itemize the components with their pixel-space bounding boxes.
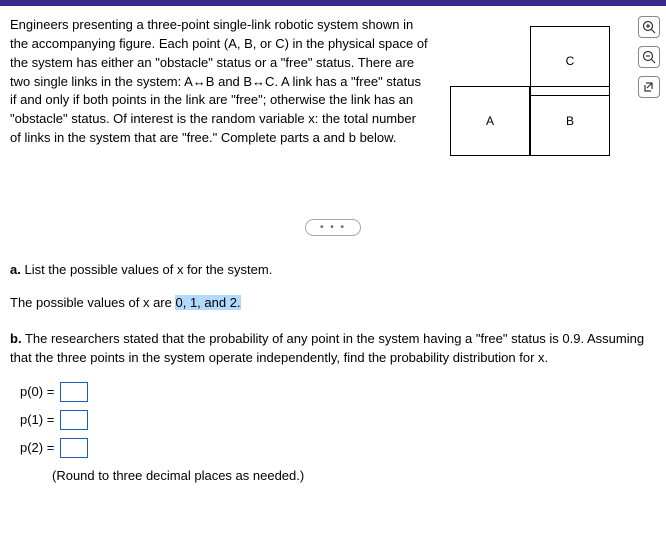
prob-input-2[interactable]	[60, 438, 88, 458]
part-a-answer-value[interactable]: 0, 1, and 2.	[175, 295, 240, 310]
prob-label-1: p(1) =	[20, 410, 54, 430]
figure-cell-b: B	[530, 86, 610, 156]
divider-dots[interactable]: • • •	[305, 219, 361, 236]
popout-icon	[642, 80, 656, 94]
prob-row-0: p(0) =	[20, 382, 656, 402]
part-a-answer-line: The possible values of x are 0, 1, and 2…	[10, 293, 656, 313]
zoom-out-icon	[642, 50, 656, 64]
prob-input-1[interactable]	[60, 410, 88, 430]
part-a-label: a.	[10, 262, 21, 277]
prob-row-2: p(2) =	[20, 438, 656, 458]
part-a-prompt: List the possible values of x for the sy…	[24, 262, 272, 277]
part-a: a. List the possible values of x for the…	[10, 260, 656, 313]
problem-statement: Engineers presenting a three-point singl…	[10, 16, 430, 148]
probability-table: p(0) = p(1) = p(2) = (Round to three dec…	[20, 382, 656, 486]
toolbar	[638, 16, 660, 98]
figure: C A B	[450, 26, 610, 156]
popout-button[interactable]	[638, 76, 660, 98]
prob-input-0[interactable]	[60, 382, 88, 402]
zoom-in-icon	[642, 20, 656, 34]
prob-row-1: p(1) =	[20, 410, 656, 430]
part-b: b. The researchers stated that the proba…	[10, 329, 656, 486]
part-a-answer-prefix: The possible values of x are	[10, 295, 175, 310]
figure-cell-a: A	[450, 86, 530, 156]
rounding-note: (Round to three decimal places as needed…	[52, 466, 656, 486]
part-b-prompt: The researchers stated that the probabil…	[10, 331, 644, 366]
part-b-label: b.	[10, 331, 22, 346]
zoom-in-button[interactable]	[638, 16, 660, 38]
prob-label-2: p(2) =	[20, 438, 54, 458]
section-divider: • • •	[10, 218, 656, 236]
zoom-out-button[interactable]	[638, 46, 660, 68]
prob-label-0: p(0) =	[20, 382, 54, 402]
